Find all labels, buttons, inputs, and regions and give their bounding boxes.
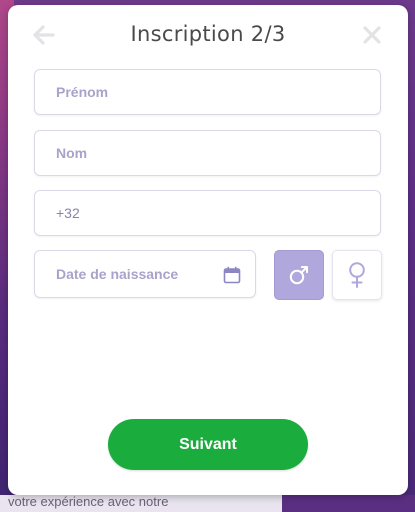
gender-male-button[interactable]	[274, 250, 324, 300]
gender-female-button[interactable]	[332, 250, 382, 300]
female-symbol-icon	[349, 262, 365, 288]
phone-field-container	[34, 190, 381, 236]
modal-header: Inscription 2/3	[8, 5, 408, 63]
modal-title: Inscription 2/3	[130, 22, 286, 46]
first-name-input[interactable]	[35, 70, 380, 114]
close-icon	[363, 26, 381, 44]
phone-input[interactable]	[35, 191, 380, 235]
close-button[interactable]	[358, 21, 386, 49]
signup-modal: Inscription 2/3 Prénom Nom +32 Date de n…	[8, 5, 408, 495]
first-name-field-container	[34, 69, 381, 115]
last-name-input[interactable]	[35, 131, 380, 175]
male-symbol-icon	[289, 266, 308, 285]
background-snippet-text: votre expérience avec notre	[8, 494, 169, 509]
background-bottom-right-panel	[282, 495, 415, 512]
birth-date-field-container	[34, 250, 256, 298]
last-name-field-container	[34, 130, 381, 176]
next-button[interactable]: Suivant	[108, 419, 308, 470]
calendar-icon[interactable]	[223, 266, 241, 284]
birth-date-input[interactable]	[35, 251, 215, 297]
